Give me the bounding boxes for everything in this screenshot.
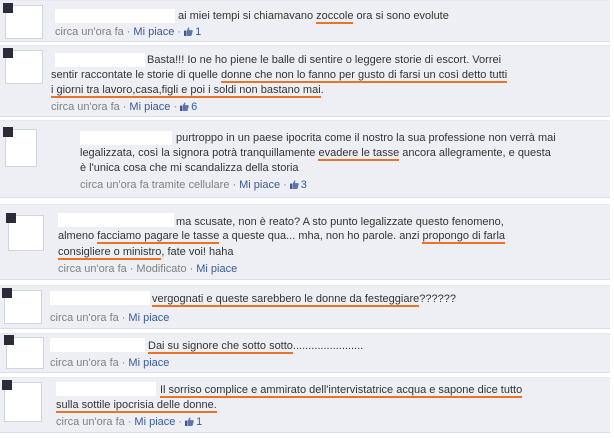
comment-text: Dai su signore che sotto sotto..........…	[148, 340, 364, 354]
thumbs-up-icon	[289, 180, 299, 189]
avatar[interactable]	[6, 213, 44, 251]
comment-text: vergognati e queste sarebbero le donne d…	[152, 293, 456, 307]
comment: Dai su signore che sotto sotto..........…	[0, 333, 610, 373]
comment-text: i giorni tra lavoro,casa,figli e poi i s…	[51, 84, 324, 98]
redacted-author-name	[55, 9, 175, 23]
redacted-author-name	[50, 338, 145, 352]
comment-meta: circa un'ora fa · Mi piace	[50, 357, 170, 369]
comment-text: ai miei tempi si chiamavano zoccole ora …	[178, 10, 449, 24]
comment-meta: circa un'ora fa · Modificato · Mi piace	[58, 263, 238, 275]
comment: Il sorriso complice e ammirato dell'inte…	[0, 377, 610, 433]
timestamp: circa un'ora fa	[50, 312, 119, 324]
comment-text: Basta!!! Io ne ho piene le balle di sent…	[147, 54, 502, 66]
comment-text: è l'unica cosa che mi scandalizza della …	[80, 162, 299, 174]
comment: purtroppo in un paese ipocrita come il n…	[0, 120, 610, 198]
timestamp: circa un'ora fa	[50, 357, 119, 369]
comment: Basta!!! Io ne ho piene le balle di sent…	[0, 45, 610, 117]
redacted-author-name	[55, 53, 145, 67]
avatar[interactable]	[2, 288, 42, 324]
avatar[interactable]	[3, 3, 43, 39]
comment-meta: circa un'ora fa · Mi piace · 1	[56, 416, 203, 428]
like-link[interactable]: Mi piace	[239, 179, 280, 191]
comment-text: almeno facciamo pagare le tasse a queste…	[58, 230, 506, 244]
like-link[interactable]: Mi piace	[128, 357, 169, 369]
comment-meta: circa un'ora fa · Mi piace	[50, 312, 170, 324]
comment-text: Il sorriso complice e ammirato dell'inte…	[160, 384, 523, 398]
comment-text: sulla sottile ipocrisia delle donne.	[56, 399, 217, 413]
comment-text: legalizzata, così la signora potrà tranq…	[80, 147, 551, 161]
avatar[interactable]	[3, 127, 37, 167]
like-link[interactable]: Mi piace	[196, 263, 237, 275]
comment-meta: circa un'ora fa tramite cellulare · Mi pia…	[80, 179, 307, 191]
thumbs-up-icon	[184, 27, 193, 36]
redacted-author-name	[58, 213, 174, 227]
like-count[interactable]: 3	[289, 179, 307, 191]
timestamp: circa un'ora fa	[58, 263, 127, 275]
avatar[interactable]	[2, 380, 42, 422]
timestamp: circa un'ora fa	[51, 101, 120, 113]
comment-text: sentir raccontate le storie di quelle do…	[51, 69, 508, 83]
like-link[interactable]: Mi piace	[134, 416, 175, 428]
comment: vergognati e queste sarebbero le donne d…	[0, 285, 610, 329]
comment-text: purtroppo in un paese ipocrita come il n…	[176, 132, 556, 144]
redacted-author-name	[56, 382, 156, 396]
comment-text: ma scusate, non è reato? A sto punto leg…	[176, 216, 504, 228]
comment: ma scusate, non è reato? A sto punto leg…	[0, 204, 610, 280]
like-link[interactable]: Mi piace	[133, 26, 174, 38]
redacted-author-name	[50, 291, 150, 305]
avatar[interactable]	[4, 335, 44, 369]
like-link[interactable]: Mi piace	[128, 312, 169, 324]
timestamp: circa un'ora fa	[55, 26, 124, 38]
like-count[interactable]: 1	[184, 26, 201, 38]
redacted-author-name	[80, 131, 172, 145]
thumbs-up-icon	[180, 102, 189, 111]
like-link[interactable]: Mi piace	[129, 101, 170, 113]
timestamp: circa un'ora fa tramite cellulare	[80, 179, 230, 191]
thumbs-up-icon	[185, 417, 194, 426]
like-count[interactable]: 6	[180, 101, 197, 113]
modified-label: Modificato	[136, 263, 187, 275]
comment-text: consigliere o ministro, fate voi! haha	[58, 246, 234, 260]
timestamp: circa un'ora fa	[56, 416, 125, 428]
comment-meta: circa un'ora fa · Mi piace · 1	[55, 26, 202, 38]
like-count[interactable]: 1	[185, 416, 202, 428]
comment-meta: circa un'ora fa · Mi piace · 6	[51, 101, 198, 113]
comment: ai miei tempi si chiamavano zoccole ora …	[0, 0, 610, 42]
avatar[interactable]	[3, 48, 43, 84]
